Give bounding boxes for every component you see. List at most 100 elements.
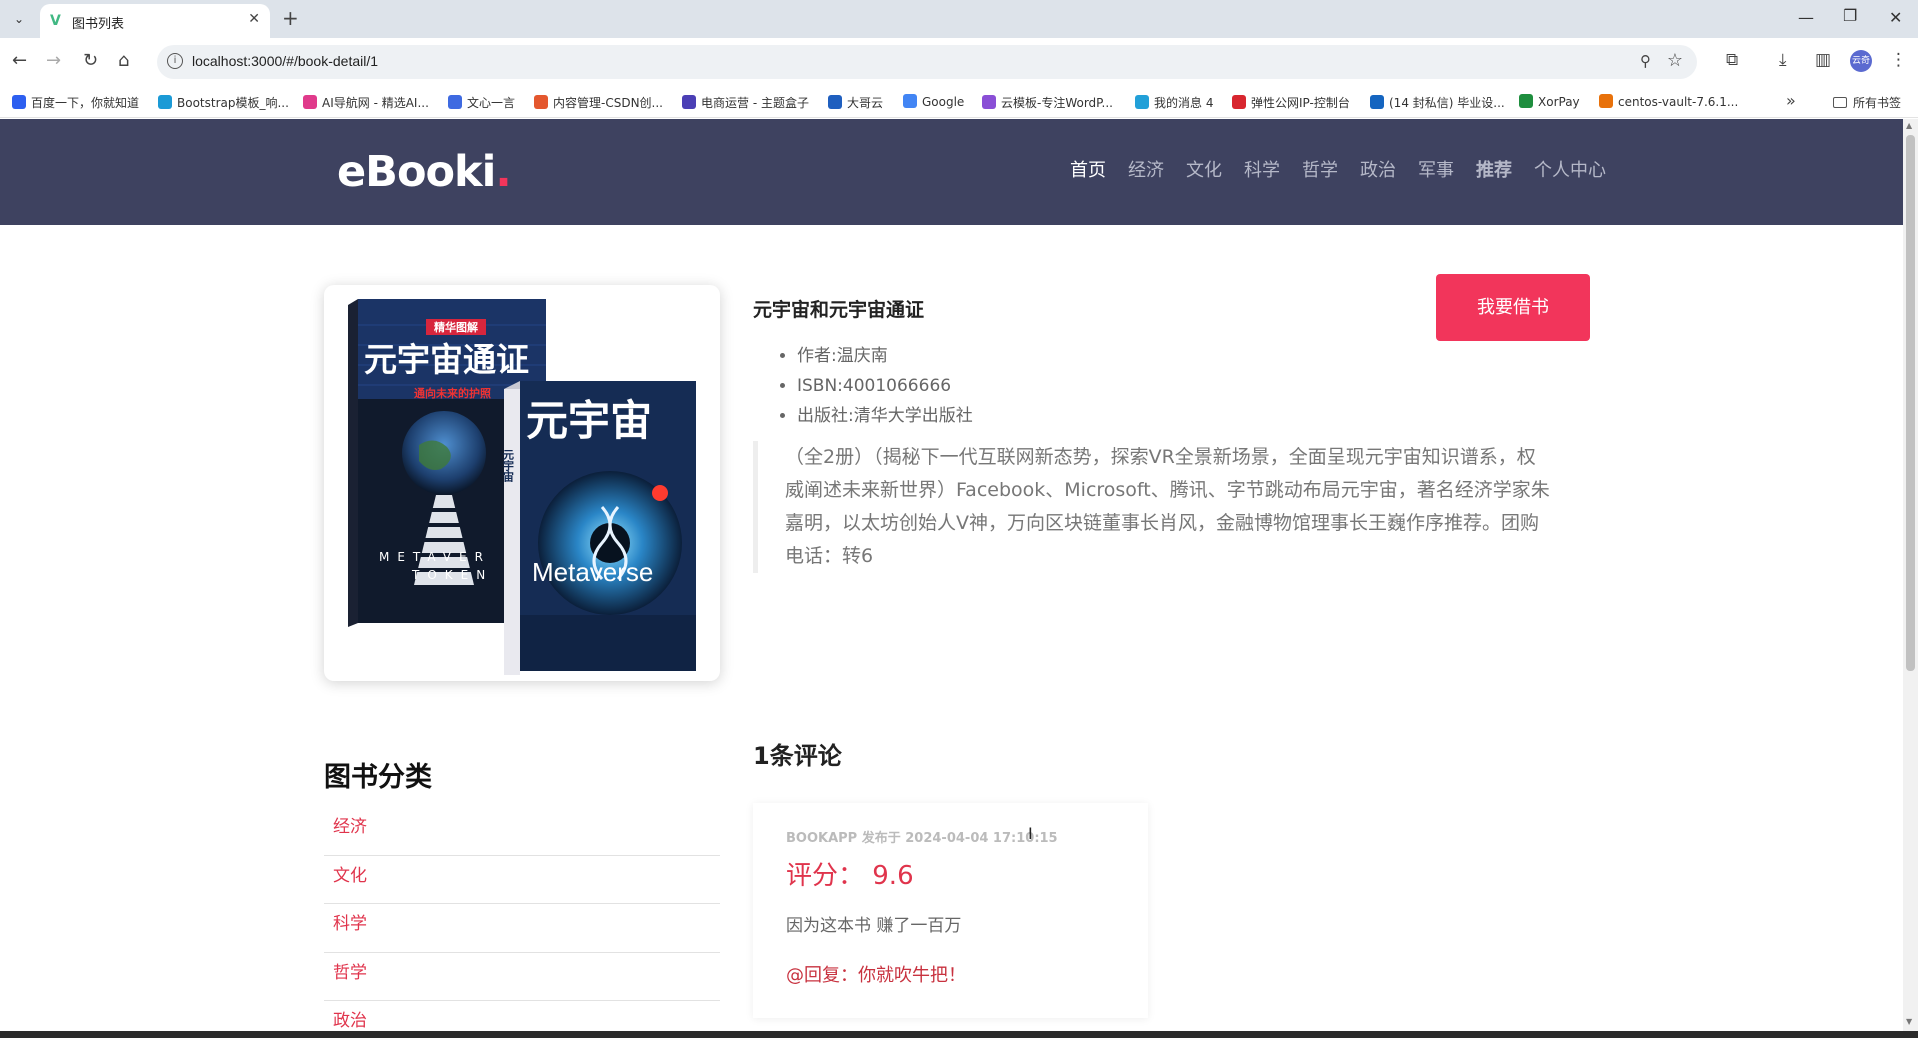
browser-tabbar: ⌄ V 图书列表 ✕ + — ❐ ✕	[0, 0, 1918, 38]
nav-item-science[interactable]: 科学	[1244, 156, 1280, 182]
bookmark-item[interactable]: 弹性公网IP-控制台	[1232, 94, 1350, 111]
bookmarks-bar: 百度一下，你就知道 Bootstrap模板_响... AI导航网 - 精选AI...…	[0, 86, 1918, 118]
bookmark-label: centos-vault-7.6.1...	[1618, 95, 1739, 109]
bookmark-label: 大哥云	[847, 96, 884, 110]
book-author: 作者:温庆南	[797, 341, 973, 371]
category-list: 经济 文化 科学 哲学 政治	[324, 807, 720, 1031]
bookmark-favicon-icon	[1519, 94, 1533, 108]
bookmark-item[interactable]: centos-vault-7.6.1...	[1599, 94, 1738, 109]
home-icon[interactable]: ⌂	[118, 50, 129, 71]
taskbar-edge	[0, 1031, 1918, 1038]
browser-tab[interactable]: V 图书列表 ✕	[40, 4, 270, 38]
bookmark-star-icon[interactable]: ☆	[1667, 50, 1683, 71]
nav-item-home[interactable]: 首页	[1070, 156, 1106, 182]
new-tab-icon[interactable]: +	[282, 6, 299, 30]
scroll-up-icon[interactable]: ▲	[1906, 121, 1912, 130]
category-item-science[interactable]: 科学	[324, 904, 720, 953]
folder-icon	[1833, 97, 1847, 108]
bookmark-item[interactable]: (14 封私信) 毕业设...	[1370, 94, 1505, 111]
page-scrollbar[interactable]: ▲ ▼	[1903, 119, 1918, 1031]
bookmark-item[interactable]: 百度一下，你就知道	[12, 94, 139, 111]
bookmark-item[interactable]: 大哥云	[828, 94, 883, 111]
comment-text: 因为这本书 赚了一百万	[786, 916, 962, 936]
nav-item-philosophy[interactable]: 哲学	[1302, 156, 1338, 182]
page-viewport: eBooki. 首页 经济 文化 科学 哲学 政治 军事 推荐 个人中心 精华图…	[0, 119, 1903, 1031]
category-item-culture[interactable]: 文化	[324, 856, 720, 904]
bookmark-item[interactable]: AI导航网 - 精选AI...	[303, 94, 429, 111]
back-arrow-icon[interactable]: ←	[12, 50, 27, 71]
category-item-politics[interactable]: 政治	[324, 1001, 720, 1031]
bookmark-item[interactable]: 我的消息 4	[1135, 94, 1213, 111]
borrow-button[interactable]: 我要借书	[1436, 274, 1590, 341]
tab-search-chevron-icon[interactable]: ⌄	[8, 8, 30, 30]
cover-footer-line1: METAVER	[379, 550, 491, 564]
bookmark-label: 云模板-专注WordP...	[1001, 96, 1113, 110]
nav-item-culture[interactable]: 文化	[1186, 156, 1222, 182]
nav-item-politics[interactable]: 政治	[1360, 156, 1396, 182]
scroll-thumb[interactable]	[1906, 135, 1915, 671]
bookmarks-overflow-icon[interactable]: »	[1786, 91, 1796, 110]
nav-item-profile[interactable]: 个人中心	[1534, 156, 1606, 182]
svg-text:通向未来的护照: 通向未来的护照	[414, 386, 491, 400]
book-cover-card: 精华图解 元宇宙通证 通向未来的护照 METAVER TOKEN 元宇宙 元宇宙	[324, 285, 720, 681]
bookmark-label: Bootstrap模板_响...	[177, 96, 289, 110]
bookmark-label: 弹性公网IP-控制台	[1251, 96, 1350, 110]
site-info-icon[interactable]: i	[167, 53, 183, 69]
vue-favicon-icon: V	[50, 13, 61, 29]
download-icon[interactable]: ⤓	[1779, 50, 1787, 70]
side-panel-icon[interactable]: ▥	[1815, 50, 1831, 70]
bookmark-label: 电商运营 - 主题盒子	[701, 96, 809, 110]
nav-item-economy[interactable]: 经济	[1128, 156, 1164, 182]
bookmark-label: AI导航网 - 精选AI...	[322, 96, 429, 110]
address-bar[interactable]: i localhost:3000/#/book-detail/1 ⚲ ☆	[157, 45, 1697, 79]
extensions-icon[interactable]: ⧉	[1726, 50, 1738, 70]
profile-avatar[interactable]: 云奇	[1850, 50, 1872, 72]
zoom-icon[interactable]: ⚲	[1640, 52, 1651, 70]
svg-text:元宇宙: 元宇宙	[526, 396, 652, 445]
bookmark-label: 我的消息 4	[1154, 96, 1214, 110]
nav-item-military[interactable]: 军事	[1418, 156, 1454, 182]
main-nav: 首页 经济 文化 科学 哲学 政治 军事 推荐 个人中心	[1070, 156, 1606, 182]
more-menu-icon[interactable]: ⋮	[1890, 50, 1907, 70]
cover-spine-text: 元宇宙	[502, 449, 515, 483]
book-title: 元宇宙和元宇宙通证	[753, 299, 925, 321]
comment-reply: @回复：你就吹牛把！	[786, 965, 966, 986]
bookmark-favicon-icon	[1370, 95, 1384, 109]
window-close-icon[interactable]: ✕	[1889, 8, 1902, 27]
book-isbn: ISBN:4001066666	[797, 371, 973, 401]
all-bookmarks[interactable]: 所有书签	[1833, 94, 1901, 111]
bookmark-item[interactable]: 云模板-专注WordP...	[982, 94, 1113, 111]
bookmark-label: 百度一下，你就知道	[31, 96, 140, 110]
bookmark-item[interactable]: 电商运营 - 主题盒子	[682, 94, 809, 111]
cover-footer-line2: TOKEN	[411, 568, 493, 582]
bookmark-favicon-icon	[448, 95, 462, 109]
bookmark-item[interactable]: 文心一言	[448, 94, 515, 111]
bookmark-favicon-icon	[682, 95, 696, 109]
bookmark-favicon-icon	[534, 95, 548, 109]
restore-icon[interactable]: ❐	[1843, 6, 1857, 25]
comment-meta: BOOKAPP 发布于 2024-04-04 17:10:15	[786, 831, 1058, 846]
bookmark-item[interactable]: Bootstrap模板_响...	[158, 94, 289, 111]
scroll-down-icon[interactable]: ▼	[1906, 1017, 1912, 1026]
bookmark-item[interactable]: 内容管理-CSDN创...	[534, 94, 663, 111]
bookmark-label: 内容管理-CSDN创...	[553, 96, 663, 110]
tab-close-icon[interactable]: ✕	[248, 11, 260, 27]
nav-item-recommend[interactable]: 推荐	[1476, 156, 1512, 182]
site-logo[interactable]: eBooki.	[337, 147, 512, 197]
forward-arrow-icon[interactable]: →	[46, 50, 61, 71]
svg-text:元宇宙通证: 元宇宙通证	[364, 340, 529, 379]
reload-icon[interactable]: ↻	[83, 50, 98, 71]
bookmark-favicon-icon	[12, 95, 26, 109]
bookmark-item[interactable]: XorPay	[1519, 94, 1580, 109]
category-item-economy[interactable]: 经济	[324, 807, 720, 856]
category-item-philosophy[interactable]: 哲学	[324, 953, 720, 1001]
all-bookmarks-label: 所有书签	[1853, 96, 1902, 110]
bookmark-label: (14 封私信) 毕业设...	[1389, 96, 1505, 110]
bookmark-label: 文心一言	[467, 96, 516, 110]
book-description: （全2册）（揭秘下一代互联网新态势，探索VR全景新场景，全面呈现元宇宙知识谱系，…	[753, 441, 1553, 573]
bookmark-item[interactable]: Google	[903, 94, 964, 109]
book-publisher: 出版社:清华大学出版社	[797, 401, 973, 431]
minimize-icon[interactable]: —	[1798, 8, 1814, 27]
url-text[interactable]: localhost:3000/#/book-detail/1	[192, 53, 378, 69]
svg-text:精华图解: 精华图解	[434, 320, 478, 334]
